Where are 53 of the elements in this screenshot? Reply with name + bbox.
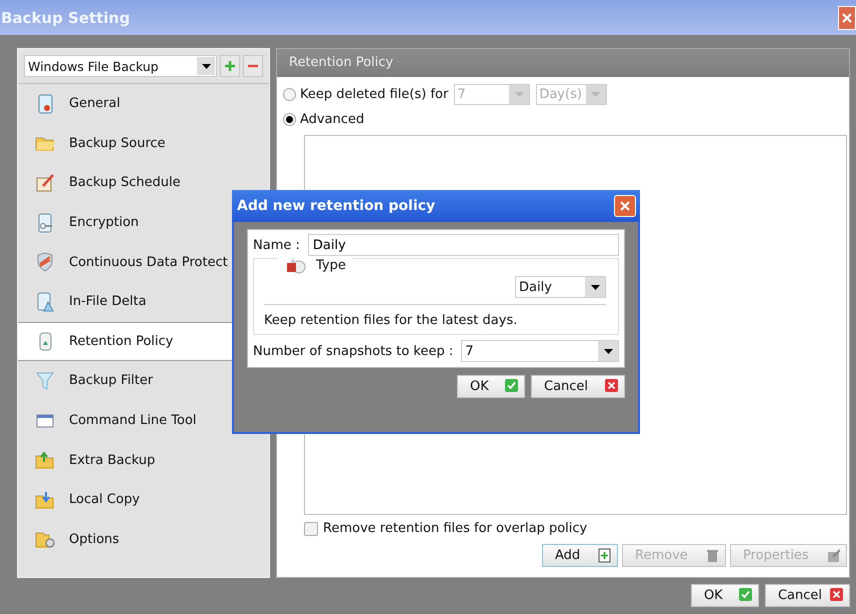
checkbox[interactable] — [304, 522, 318, 536]
shapes-icon — [284, 256, 306, 274]
dropdown-arrow-icon — [604, 348, 612, 354]
sidebar-item[interactable]: Options — [18, 520, 269, 560]
cancel-button[interactable]: Cancel — [764, 584, 850, 607]
dropdown-arrow-icon — [590, 284, 600, 290]
sidebar-item[interactable]: Extra Backup — [18, 440, 269, 480]
add-document-icon — [598, 548, 611, 563]
sidebar-item[interactable]: Backup Filter — [18, 361, 269, 401]
name-field[interactable]: Daily — [308, 234, 619, 256]
folder-down-arrow-icon — [35, 490, 55, 510]
sidebar-item[interactable]: General — [18, 84, 269, 124]
shield-icon — [35, 252, 55, 272]
close-icon — [841, 12, 853, 24]
field-label: Name : — [253, 238, 300, 252]
panel-header: Retention Policy — [277, 49, 849, 77]
backup-set-dropdown[interactable]: Windows File Backup — [24, 55, 217, 77]
window-title: Backup Setting — [1, 8, 130, 26]
dropdown-arrow-icon — [591, 92, 600, 97]
trash-icon — [706, 548, 719, 563]
ok-button[interactable]: OK — [690, 584, 759, 607]
option-label: Keep deleted file(s) for — [300, 87, 448, 102]
cancel-button[interactable]: Cancel — [531, 375, 625, 398]
funnel-icon — [35, 370, 55, 391]
close-icon — [830, 588, 843, 603]
radio-button[interactable] — [283, 88, 296, 101]
radio-button[interactable] — [283, 113, 296, 126]
ok-button[interactable]: OK — [457, 375, 525, 398]
type-dropdown[interactable]: Daily — [515, 276, 606, 298]
group-title: Type — [316, 258, 346, 272]
calendar-icon — [35, 172, 55, 193]
add-button[interactable]: Add — [542, 544, 618, 567]
sidebar-item[interactable]: Command Line Tool — [18, 400, 269, 440]
snapshots-dropdown[interactable]: 7 — [461, 340, 619, 362]
checkbox-label: Remove retention files for overlap policy — [323, 521, 588, 536]
delta-document-icon — [35, 292, 55, 312]
checkmark-icon — [738, 588, 752, 603]
close-button[interactable] — [838, 6, 856, 30]
option-label: Advanced — [300, 112, 364, 127]
dropdown-arrow-icon — [202, 64, 210, 68]
sidebar-item[interactable]: Backup Source — [18, 124, 269, 164]
close-icon — [605, 379, 618, 394]
remove-set-button[interactable] — [243, 55, 263, 77]
sidebar-item[interactable]: Local Copy — [18, 480, 269, 520]
edit-icon — [827, 548, 840, 563]
checkmark-icon — [505, 379, 518, 394]
dropdown-arrow-icon — [514, 92, 524, 97]
dialog-title: Add new retention policy — [237, 198, 436, 214]
add-set-button[interactable] — [220, 55, 240, 77]
close-button[interactable] — [614, 195, 636, 217]
plus-icon — [225, 61, 235, 71]
close-icon — [619, 200, 631, 212]
folder-up-arrow-icon — [35, 450, 55, 470]
